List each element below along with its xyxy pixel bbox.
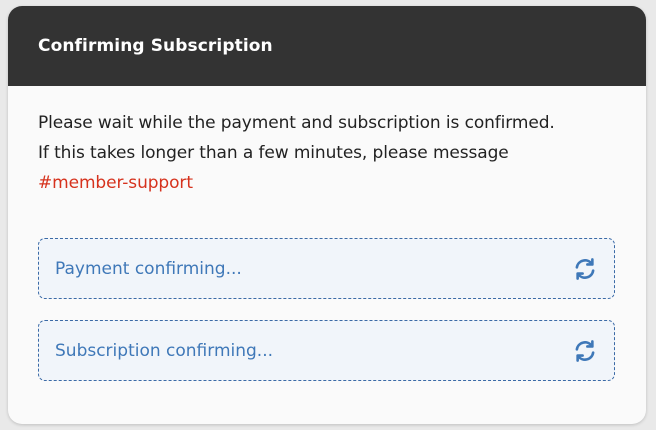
subscription-status: Subscription confirming... xyxy=(38,320,615,381)
refresh-icon xyxy=(575,257,595,280)
status-list: Payment confirming... Subscription confi… xyxy=(38,238,616,381)
refresh-icon xyxy=(575,339,595,362)
wait-message: Please wait while the payment and subscr… xyxy=(38,108,616,198)
dialog-header: Confirming Subscription xyxy=(8,6,646,86)
message-line-2: If this takes longer than a few minutes,… xyxy=(38,143,509,163)
dialog-title: Confirming Subscription xyxy=(38,36,273,56)
message-line-1: Please wait while the payment and subscr… xyxy=(38,113,555,133)
member-support-link[interactable]: #member-support xyxy=(38,173,193,193)
payment-status: Payment confirming... xyxy=(38,238,615,299)
confirming-subscription-dialog: Confirming Subscription Please wait whil… xyxy=(8,6,646,424)
payment-status-label: Payment confirming... xyxy=(55,258,242,279)
dialog-body: Please wait while the payment and subscr… xyxy=(8,86,646,381)
subscription-status-label: Subscription confirming... xyxy=(55,340,274,361)
